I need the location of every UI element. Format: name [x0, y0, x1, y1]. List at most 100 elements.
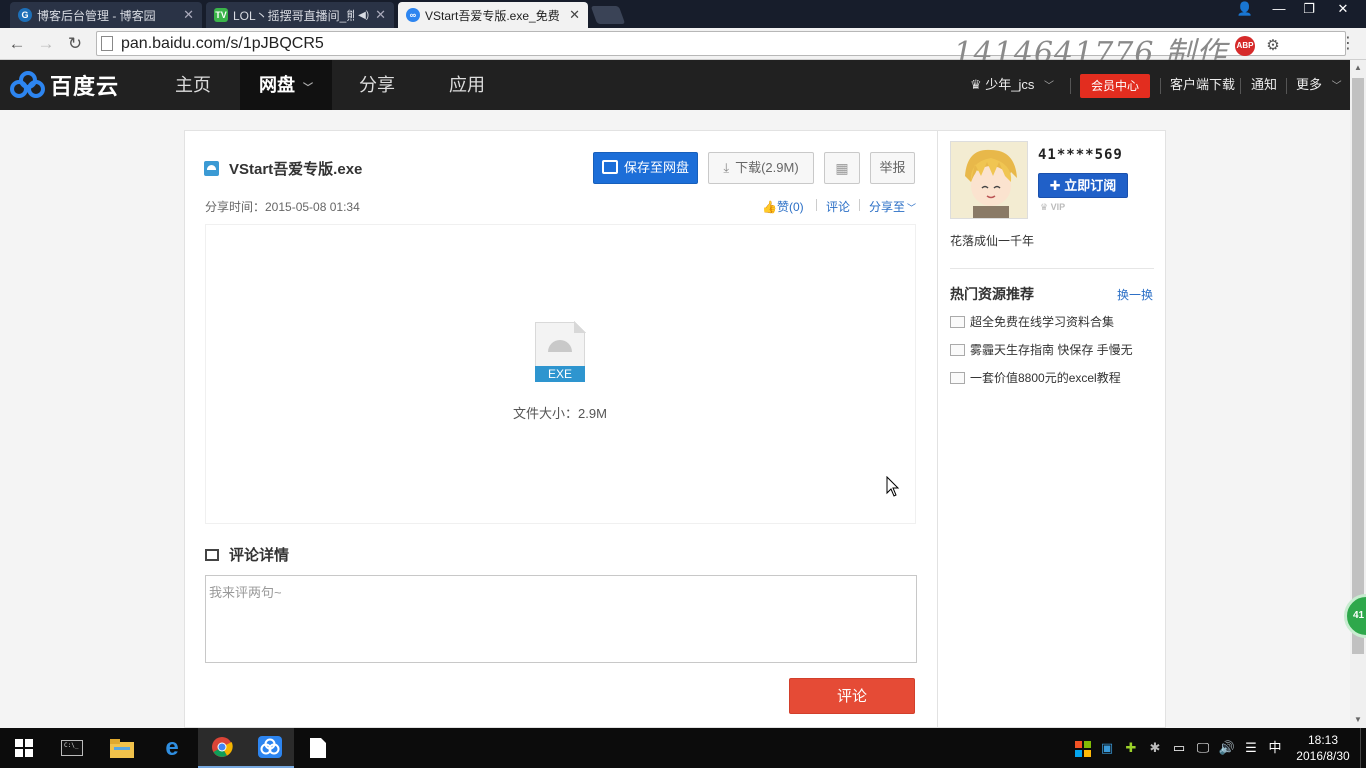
uploader-description: 花落成仙一千年: [950, 234, 1035, 248]
client-download-link[interactable]: 客户端下载: [1170, 60, 1235, 110]
document-icon: [950, 343, 965, 356]
hot-item[interactable]: 一套价值8800元的excel教程: [950, 369, 1121, 386]
share-time: 分享时间：2015-05-08 01:34: [205, 200, 360, 214]
share-to-label: 分享至: [869, 200, 906, 214]
divider: [1070, 78, 1071, 94]
tab-title: 博客后台管理 - 博客园: [37, 8, 156, 23]
terminal-icon[interactable]: C:\_: [48, 728, 96, 768]
share-to-menu[interactable]: 分享至 ﹀: [869, 198, 916, 215]
system-clock[interactable]: 18:13 2016/8/30: [1288, 732, 1358, 764]
crown-icon: ♛: [970, 77, 982, 92]
hot-item[interactable]: 超全免费在线学习资料合集: [950, 313, 1114, 330]
tab-cnblogs[interactable]: G 博客后台管理 - 博客园 ✕: [10, 2, 202, 28]
adblock-plus-icon[interactable]: ABP: [1235, 36, 1255, 56]
color-tiles-icon[interactable]: [1074, 728, 1092, 768]
edge-browser-icon[interactable]: e: [148, 728, 196, 768]
tab-panda-tv[interactable]: TV LOL丶摇摆哥直播间_熊 ◀) ✕: [206, 2, 394, 28]
comment-input[interactable]: [205, 575, 917, 663]
clock-date: 2016/8/30: [1296, 749, 1350, 763]
baidu-header: 百度云 主页 网盘 ﹀ 分享 应用 ♛ 少年_jcs ﹀ 会员中心 客户端下载 通…: [0, 60, 1350, 110]
hot-item[interactable]: 雾霾天生存指南 快保存 手慢无: [950, 341, 1133, 358]
save-to-netdisk-button[interactable]: 保存至网盘: [593, 152, 698, 184]
save-label: 保存至网盘: [623, 160, 689, 175]
user-menu[interactable]: ♛ 少年_jcs ﹀: [970, 60, 1054, 110]
comment-link[interactable]: 评论: [826, 198, 850, 215]
nav-apps[interactable]: 应用: [424, 60, 510, 110]
notify-link[interactable]: 通知: [1251, 60, 1277, 110]
document-icon: [950, 371, 965, 384]
volume-icon[interactable]: 🔊: [1218, 728, 1236, 768]
download-icon: ⤓: [723, 160, 730, 175]
scroll-up-icon[interactable]: ▲: [1350, 60, 1366, 76]
close-window-icon[interactable]: ✕: [1326, 0, 1360, 20]
forward-icon[interactable]: →: [35, 33, 57, 55]
vip-center-button[interactable]: 会员中心: [1080, 74, 1150, 98]
nav-netdisk-label: 网盘: [259, 75, 295, 95]
hot-item-label: 雾霾天生存指南 快保存 手慢无: [970, 343, 1133, 357]
battery-icon[interactable]: ▭: [1170, 728, 1188, 768]
show-desktop-button[interactable]: [1360, 728, 1366, 768]
new-tab-button[interactable]: [590, 6, 626, 24]
logo-text: 百度云: [50, 74, 120, 99]
back-icon[interactable]: ←: [6, 33, 28, 55]
user-profile-icon[interactable]: 👤: [1228, 0, 1262, 20]
chrome-menu-icon[interactable]: ⋮: [1338, 33, 1358, 55]
file-type-label: EXE: [535, 366, 585, 382]
nav-share[interactable]: 分享: [334, 60, 420, 110]
download-button[interactable]: ⤓ 下载(2.9M): [708, 152, 814, 184]
file-explorer-icon[interactable]: [98, 728, 146, 768]
divider: [1160, 78, 1161, 94]
input-method[interactable]: 中: [1266, 728, 1284, 768]
document-app-icon[interactable]: [294, 728, 342, 768]
refresh-link[interactable]: 换一换: [1117, 286, 1153, 303]
nav-netdisk[interactable]: 网盘 ﹀: [240, 60, 332, 110]
chevron-down-icon: ﹀: [1331, 81, 1342, 92]
avatar[interactable]: [950, 141, 1028, 219]
mouse-cursor-icon: [886, 476, 900, 497]
scroll-down-icon[interactable]: ▼: [1350, 712, 1366, 728]
speaker-icon[interactable]: ◀): [358, 10, 369, 21]
address-bar[interactable]: pan.baidu.com/s/1pJBQCR5 1414641776 制作 A…: [96, 31, 1346, 71]
tab-baidu-pan[interactable]: ∞ VStart吾爱专版.exe_免费 ✕: [398, 2, 588, 28]
windows-start-icon[interactable]: [0, 728, 48, 768]
close-icon[interactable]: ✕: [183, 7, 194, 23]
hot-item-label: 超全免费在线学习资料合集: [970, 315, 1115, 329]
notification-icon[interactable]: ☰: [1242, 728, 1260, 768]
plus-tray-icon[interactable]: ✚: [1122, 728, 1140, 768]
extension-icon[interactable]: ⚙: [1263, 36, 1283, 56]
more-label: 更多: [1296, 77, 1323, 92]
divider: [859, 199, 860, 211]
gear-tray-icon[interactable]: ✱: [1146, 728, 1164, 768]
more-menu[interactable]: 更多 ﹀: [1296, 60, 1342, 110]
subscribe-button[interactable]: ✚ 立即订阅: [1038, 173, 1128, 198]
chrome-icon[interactable]: [198, 728, 246, 768]
scrollbar-thumb[interactable]: [1352, 78, 1364, 654]
hot-resources-title: 热门资源推荐: [950, 286, 1034, 302]
network-app-icon[interactable]: ▣: [1098, 728, 1116, 768]
user-name: 少年_jcs: [985, 77, 1035, 92]
reload-icon[interactable]: ↻: [64, 33, 86, 55]
windows-taskbar: C:\_ e ▣ ✚ ✱ ▭ 🖵 🔊 ☰ 中 18:13 2016/8/30: [0, 728, 1366, 768]
baidu-cloud-logo[interactable]: 百度云: [10, 70, 119, 100]
thumbs-up-icon: 👍: [762, 200, 777, 214]
crown-icon: ♛: [1040, 202, 1049, 212]
divider: [950, 268, 1154, 269]
qr-code-button[interactable]: ▦: [824, 152, 860, 184]
minimize-icon[interactable]: —: [1262, 0, 1296, 20]
nav-home[interactable]: 主页: [150, 60, 236, 110]
comments-title: 评论详情: [229, 547, 290, 564]
submit-comment-button[interactable]: 评论: [789, 678, 915, 714]
like-button[interactable]: 👍赞(0): [762, 198, 804, 215]
close-icon[interactable]: ✕: [569, 7, 580, 23]
chevron-down-icon: ﹀: [907, 203, 917, 213]
edge-glyph: e: [165, 734, 179, 761]
baidu-cloud-app-icon[interactable]: [246, 728, 294, 768]
divider: [1240, 78, 1241, 94]
sidebar-panel: [937, 130, 1166, 728]
file-size: 文件大小：2.9M: [513, 406, 607, 421]
report-button[interactable]: 举报: [870, 152, 915, 184]
network-icon[interactable]: 🖵: [1194, 728, 1212, 768]
close-icon[interactable]: ✕: [375, 7, 386, 23]
restore-icon[interactable]: ❐: [1292, 0, 1326, 20]
plus-icon: ✚: [1049, 178, 1061, 193]
